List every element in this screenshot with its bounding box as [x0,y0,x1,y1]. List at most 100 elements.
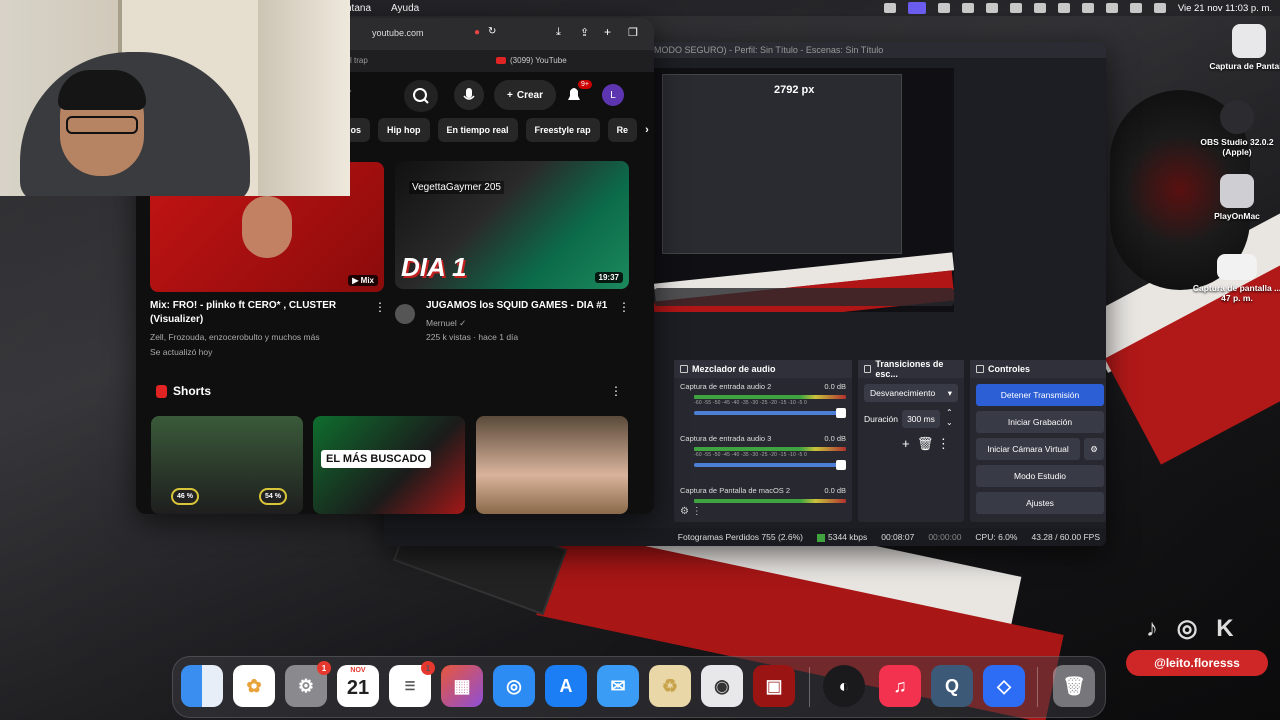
reload-icon[interactable]: ↻ [488,26,496,37]
transition-select[interactable]: Desvanecimiento ▾ [864,384,958,402]
avatar[interactable]: L [602,84,624,106]
photos-icon[interactable]: ✿ [233,665,275,707]
chip[interactable]: Freestyle rap [525,118,600,142]
category-chips: gos Hip hop En tiempo real Freestyle rap… [336,118,649,142]
channel-name[interactable]: Mernuel ✓ [426,316,466,330]
youtube-icon [496,57,506,65]
recycle-icon[interactable]: ♻ [649,665,691,707]
chip[interactable]: Hip hop [378,118,430,142]
quicktime-icon[interactable]: Q [931,665,973,707]
siri-icon[interactable] [1153,3,1166,13]
start-recording-button[interactable]: Iniciar Grabación [976,411,1104,433]
video-thumbnail[interactable]: VegettaGaymer 205 DIA 1 19:37 [395,161,629,289]
volume-slider[interactable] [694,460,846,470]
menu-item[interactable]: Ayuda [391,3,419,14]
calendar-icon[interactable]: NOV 21 [337,665,379,707]
webcam-overlay [0,0,350,196]
start-virtual-camera-button[interactable]: Iniciar Cámara Virtual [976,438,1080,460]
screen-mirror-icon[interactable] [907,2,926,14]
obs-panels: Mezclador de audio Captura de entrada au… [654,359,1106,522]
playonmac-icon[interactable]: ▣ [753,665,795,707]
safari-icon[interactable]: ◎ [493,665,535,707]
mixer-track: Captura de entrada audio 2 0.0 dB -60 -55… [680,382,846,418]
desktop-icon-screenshot-file[interactable]: Captura de pantalla ... 47 p. m. [1192,254,1280,303]
finder-icon[interactable] [181,665,223,707]
mixer-track: Captura de entrada audio 3 0.0 dB -60 -55… [680,434,846,470]
obs-status-bar: Fotogramas Perdidos 755 (2.6%) 5344 kbps… [384,528,1106,546]
studio-mode-button[interactable]: Modo Estudio [976,465,1104,487]
short-thumbnail[interactable] [476,416,628,514]
status-icon[interactable] [937,3,950,13]
obs-preview[interactable]: 2792 px [654,68,954,312]
video-title[interactable]: JUGAMOS los SQUID GAMES - DIA #1 [426,299,616,313]
more-options-icon[interactable]: ⋮ [618,300,630,314]
disk-icon [1220,174,1254,208]
share-icon[interactable]: ⇪ [580,26,589,39]
notifications-button[interactable]: 9+ [564,80,592,110]
channel-avatar[interactable] [395,304,415,324]
duration-input[interactable]: 300 ms [902,410,940,428]
mixer-settings-icon[interactable]: ⚙ ⋮ [680,506,702,517]
download-icon[interactable]: ⤓ [556,26,561,39]
dock: ✿ ⚙ 1 NOV 21 ☰ 1 ▦ ◎ A ✉ ♻ ◉ ▣ ◐ ♫ Q ◇ 🗑 [172,656,1106,718]
audio-mixer-panel: Mezclador de audio Captura de entrada au… [674,360,852,522]
battery-icon[interactable] [1057,3,1070,13]
reminders-icon[interactable]: ☰ 1 [389,661,435,707]
new-tab-icon[interactable]: + [604,25,611,39]
tabs-overview-icon[interactable]: ❐ [628,26,638,39]
search-button[interactable] [404,80,438,112]
tab-trap[interactable]: l trap [350,56,368,65]
app-store-icon[interactable]: A [545,665,587,707]
chevron-right-icon[interactable]: › [645,118,649,142]
chip[interactable]: En tiempo real [437,118,518,142]
obs-icon[interactable]: ◐ [823,665,865,707]
mic-icon[interactable]: ● [474,27,480,38]
wifi-icon[interactable] [1081,3,1094,13]
chip[interactable]: Re [607,118,638,142]
gear-icon[interactable]: ⚙ [1084,438,1104,460]
settings-icon[interactable]: ⚙ 1 [285,661,331,707]
level-meter [694,447,846,451]
address-bar[interactable]: youtube.com [372,28,424,38]
track-name: Captura de Pantalla de macOS 2 [680,486,791,495]
screenshot-icon[interactable]: ◉ [701,665,743,707]
screenshot-file-icon [1217,254,1257,280]
controls-panel: Controles Detener Transmisión Iniciar Gr… [970,360,1106,522]
more-options-icon[interactable]: ⋮ [610,384,622,398]
watermark-handle: @leito.floresss [1126,650,1268,676]
gamepad-icon[interactable] [961,3,974,13]
desktop-icon-obs[interactable]: OBS Studio 32.0.2 (Apple) [1192,100,1280,157]
tab-youtube[interactable]: (3099) YouTube [496,56,567,65]
play-icon[interactable] [1009,3,1022,13]
mail-icon[interactable]: ✉ [597,665,639,707]
status-icon[interactable] [883,3,896,13]
settings-button[interactable]: Ajustes [976,492,1104,514]
roblox-icon[interactable]: ◇ [983,665,1025,707]
video-updated: Se actualizó hoy [150,347,213,357]
transition-controls[interactable]: + 🗑 ⋮ [902,436,950,452]
short-thumbnail[interactable]: 46 % 54 % [151,416,303,514]
short-thumbnail[interactable]: EL MÁS BUSCADO [313,416,465,514]
desktop-icon-screenshot-app[interactable]: Captura de Pantalla [1204,24,1280,71]
stop-stream-button[interactable]: Detener Transmisión [976,384,1104,406]
mixer-track: Captura de Pantalla de macOS 2 0.0 dB [680,486,846,503]
track-db: 0.0 dB [824,382,846,391]
duration-stepper[interactable]: ⌃ ⌄ [946,408,953,428]
bluetooth-icon[interactable] [985,3,998,13]
social-icons: ♪ ◎ K [1146,615,1240,642]
dock-badge: 1 [421,661,435,675]
trash-icon[interactable]: 🗑 [1053,665,1095,707]
video-title[interactable]: Mix: FRO! - plinko ft CERO* , CLUSTER (V… [150,299,370,327]
screenshot-app-icon [1232,24,1266,58]
voice-search-button[interactable] [454,80,484,110]
volume-slider[interactable] [694,408,846,418]
menu-clock[interactable]: Vie 21 nov 11:03 p. m. [1178,3,1272,14]
search-icon[interactable] [1105,3,1118,13]
control-center-icon[interactable] [1129,3,1142,13]
more-options-icon[interactable]: ⋮ [374,300,386,314]
music-icon[interactable]: ♫ [879,665,921,707]
create-button[interactable]: + Crear [494,80,556,110]
desktop-icon-playonmac[interactable]: PlayOnMac [1192,174,1280,221]
display-icon[interactable] [1033,3,1046,13]
launchpad-icon[interactable]: ▦ [441,665,483,707]
